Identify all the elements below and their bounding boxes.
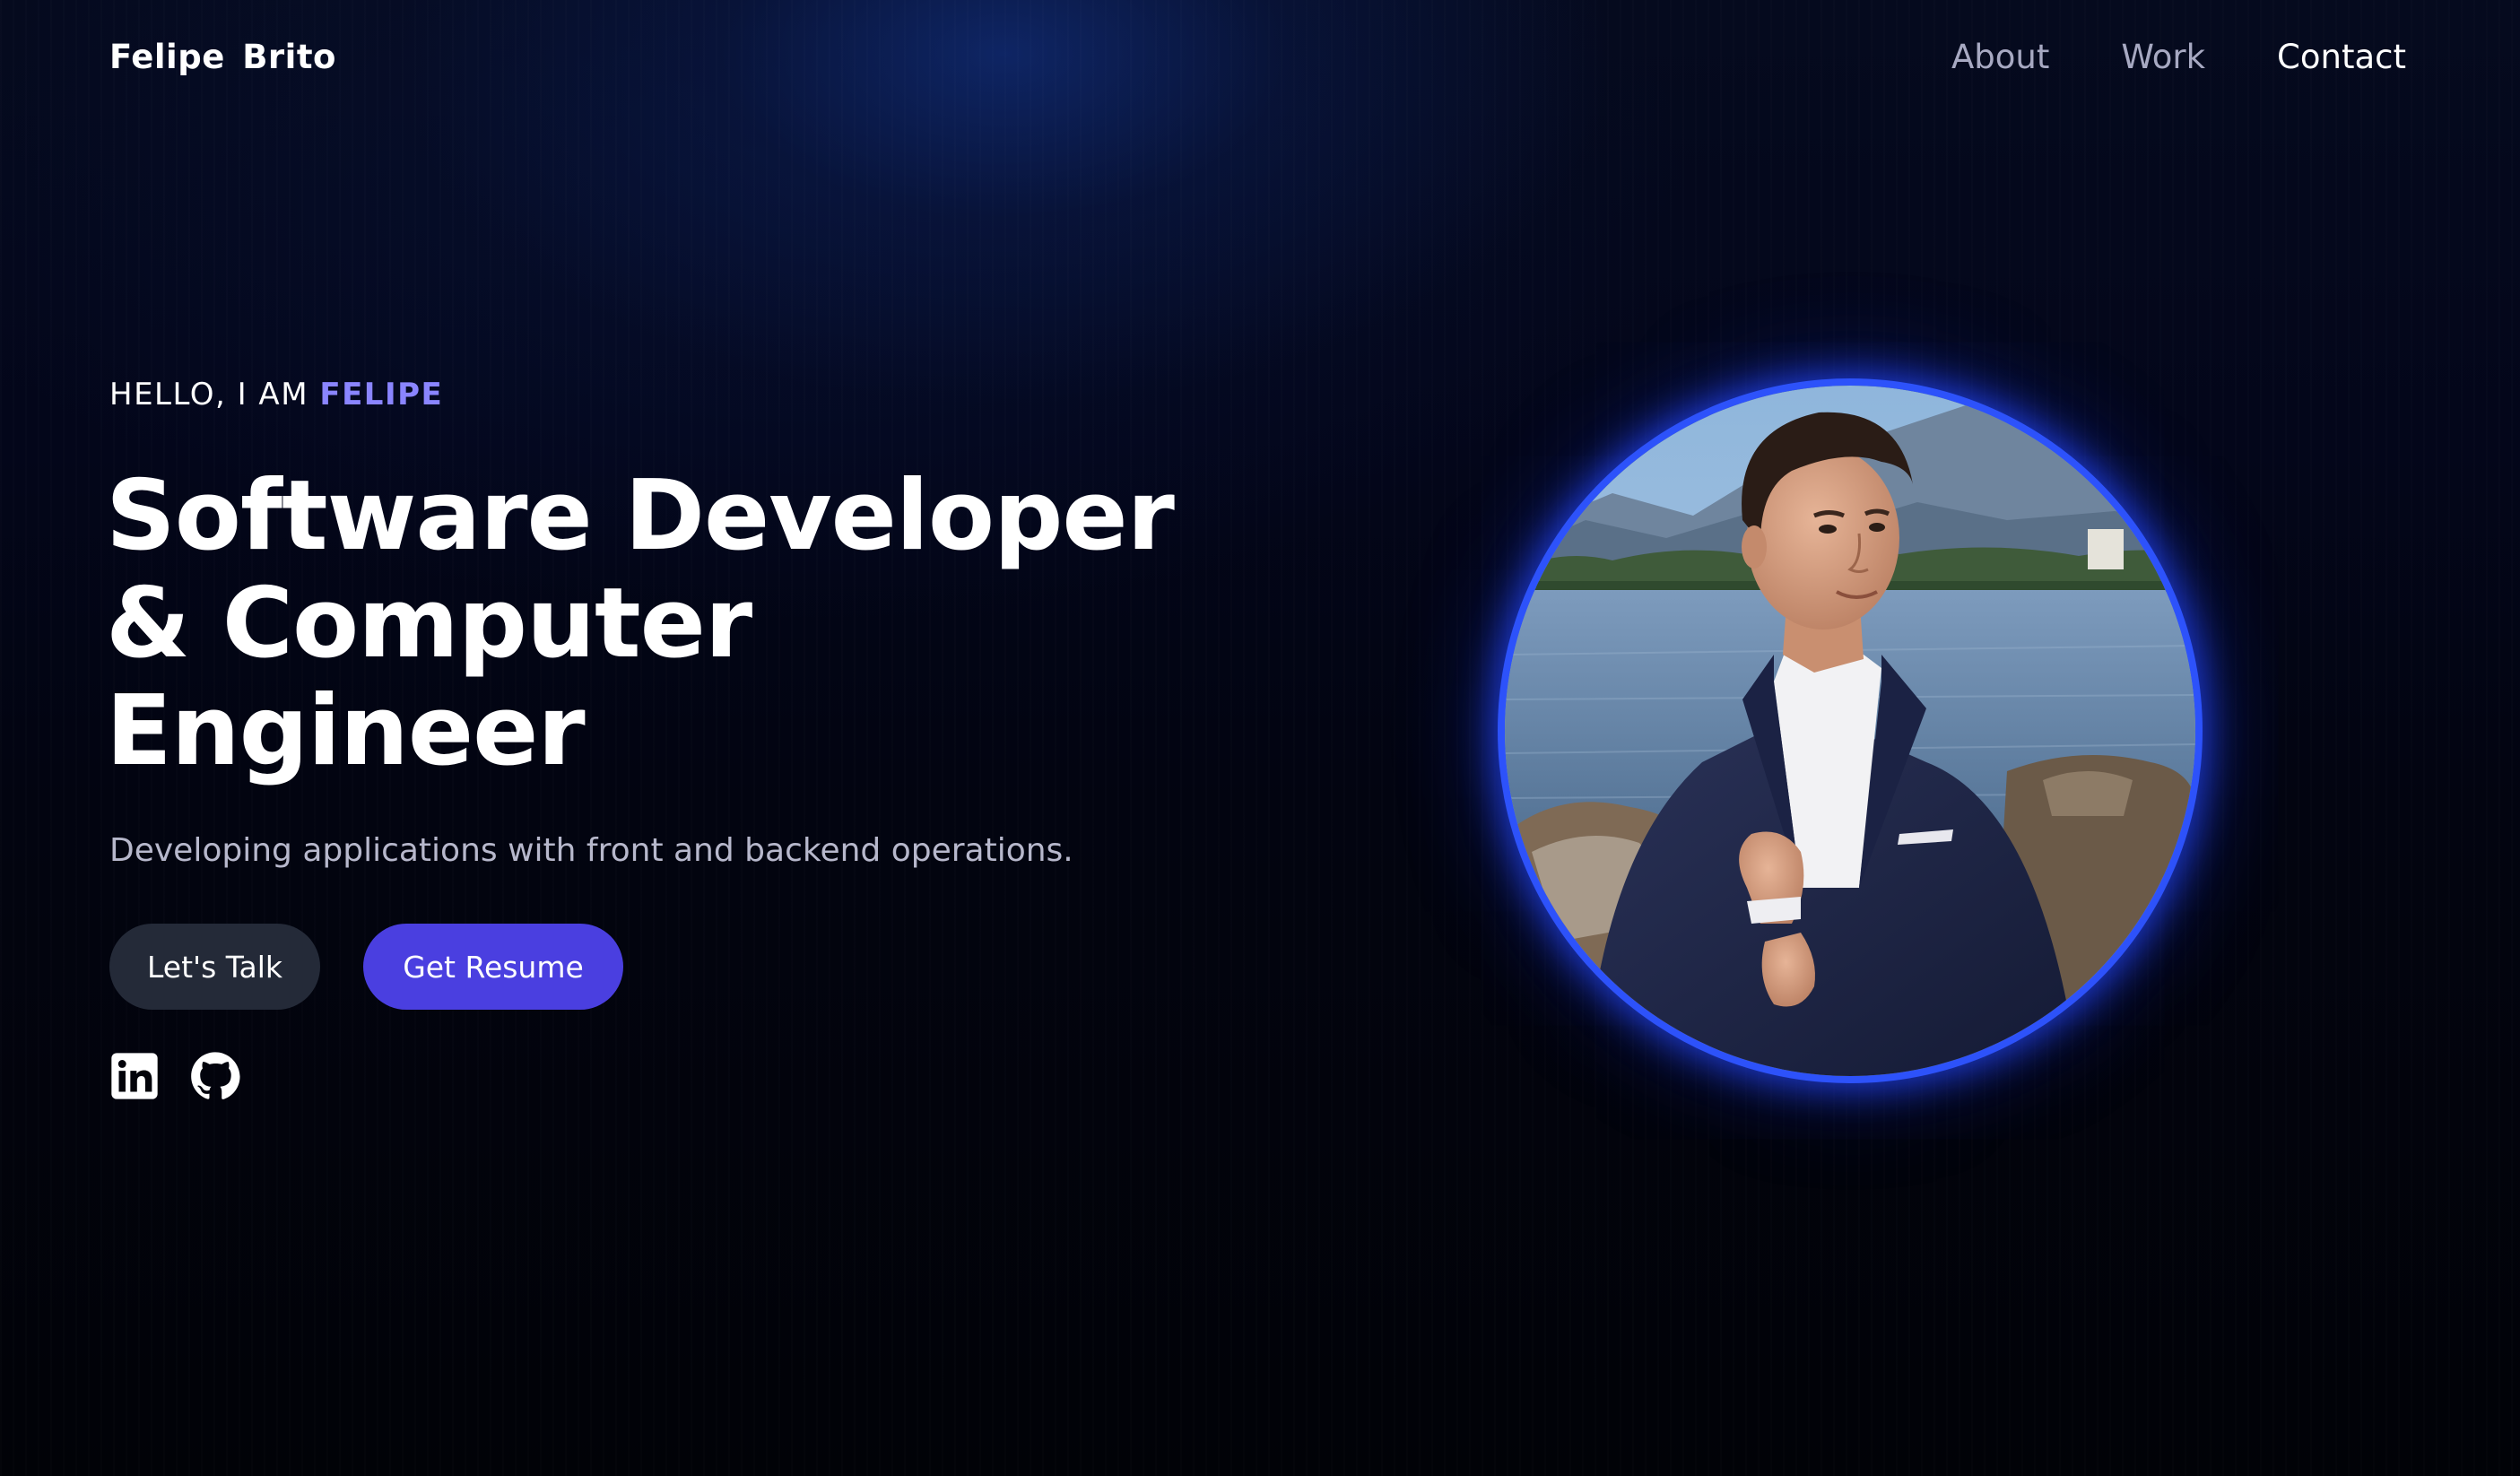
brand-logo[interactable]: Felipe Brito — [109, 38, 336, 76]
nav-work-link[interactable]: Work — [2121, 38, 2205, 76]
site-header: Felipe Brito About Work Contact — [0, 0, 2520, 118]
github-icon — [191, 1052, 240, 1099]
profile-photo — [1505, 386, 2195, 1076]
hero-subtitle: Developing applications with front and b… — [109, 832, 1073, 869]
greeting-prefix: HELLO, I AM — [109, 377, 320, 412]
headline-line-1: Software Developer — [106, 460, 1175, 572]
nav-about-link[interactable]: About — [1951, 38, 2049, 76]
linkedin-icon — [111, 1053, 158, 1099]
headline-line-2: & Computer — [106, 568, 752, 680]
nav-contact-link[interactable]: Contact — [2277, 38, 2406, 76]
lets-talk-button[interactable]: Let's Talk — [109, 924, 320, 1010]
linkedin-link[interactable] — [109, 1051, 160, 1101]
github-link[interactable] — [190, 1051, 240, 1101]
social-links — [109, 1051, 240, 1101]
main-nav: About Work Contact — [1951, 38, 2406, 76]
hero-headline: Software Developer & Computer Engineer — [106, 463, 1361, 786]
hero-greeting: HELLO, I AM FELIPE — [109, 377, 443, 412]
portrait-illustration — [1505, 386, 2195, 1076]
get-resume-button[interactable]: Get Resume — [363, 924, 623, 1010]
headline-line-3: Engineer — [106, 675, 586, 787]
greeting-name: FELIPE — [319, 377, 444, 412]
